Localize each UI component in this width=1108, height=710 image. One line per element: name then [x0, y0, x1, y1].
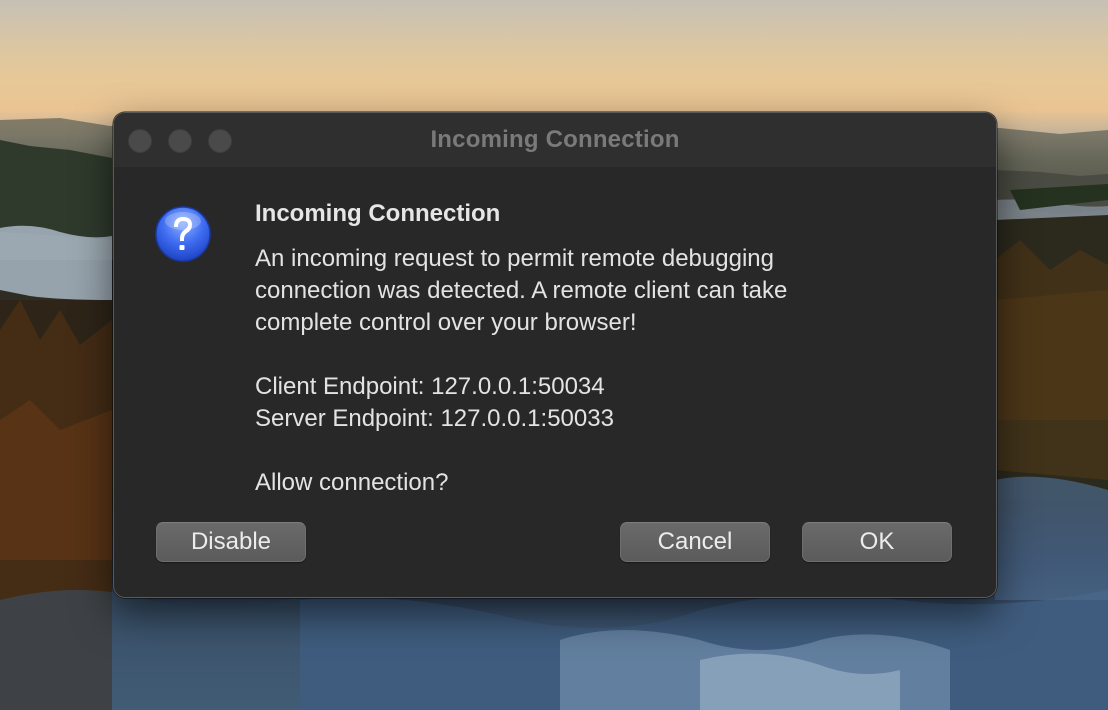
allow-connection-prompt: Allow connection?: [255, 469, 449, 496]
question-mark-icon: [154, 205, 212, 263]
window-title: Incoming Connection: [430, 126, 680, 153]
ok-button[interactable]: OK: [802, 522, 952, 562]
message-line: complete control over your browser!: [255, 309, 637, 336]
message-line: connection was detected. A remote client…: [255, 277, 788, 304]
server-endpoint-text: Server Endpoint: 127.0.0.1:50033: [255, 405, 614, 432]
message-line: An incoming request to permit remote deb…: [255, 245, 774, 272]
window-titlebar[interactable]: Incoming Connection: [114, 113, 996, 167]
client-endpoint-text: Client Endpoint: 127.0.0.1:50034: [255, 373, 605, 400]
dialog-heading: Incoming Connection: [255, 200, 501, 227]
disable-button[interactable]: Disable: [156, 522, 306, 562]
cancel-button[interactable]: Cancel: [620, 522, 770, 562]
incoming-connection-dialog: Incoming Connection Incoming Connection …: [113, 112, 997, 598]
